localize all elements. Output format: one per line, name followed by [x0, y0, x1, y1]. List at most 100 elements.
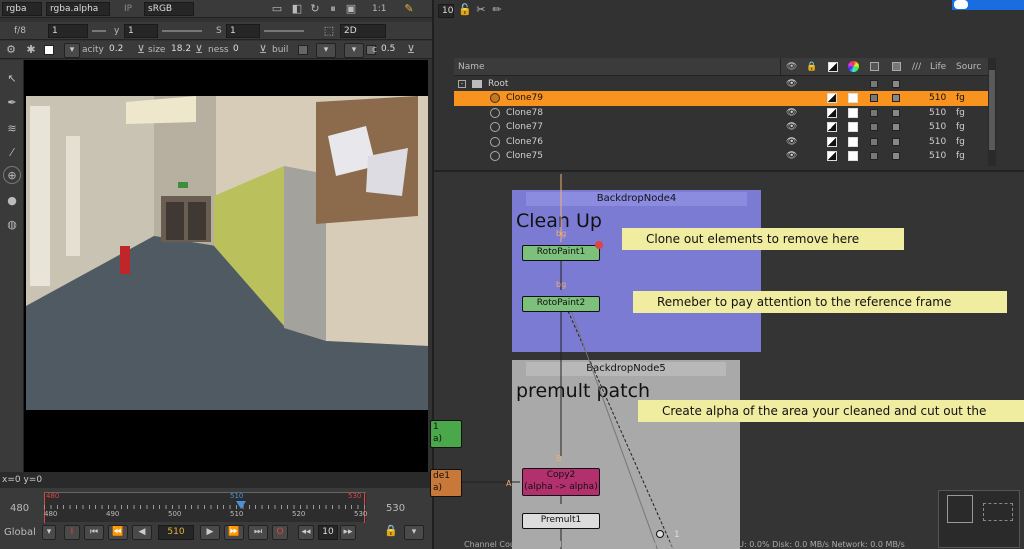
blend-column-icon[interactable] — [828, 62, 838, 72]
gamma-field[interactable]: 1 — [124, 24, 158, 38]
sticky-note-reference[interactable]: Remeber to pay attention to the referenc… — [633, 291, 1007, 313]
in-point-button[interactable]: I — [64, 525, 80, 540]
s-field[interactable]: 1 — [226, 24, 260, 38]
pause-icon[interactable]: ⏸ — [324, 0, 342, 18]
sticky-note-alpha[interactable]: Create alpha of the area your cleaned an… — [638, 400, 1024, 422]
scope-select[interactable]: Global — [4, 526, 36, 540]
color-swatch-dropdown[interactable]: ▾ — [64, 43, 80, 58]
column-life[interactable]: Life — [930, 60, 946, 74]
smear-tool-icon[interactable]: ≋ — [3, 120, 21, 138]
premult1-node[interactable]: Premult1 — [522, 513, 600, 529]
visible-icon[interactable]: 👁 — [786, 120, 797, 134]
column-name[interactable]: Name — [458, 60, 485, 74]
fstop-label[interactable]: f/8 — [14, 24, 26, 38]
opacity-field[interactable]: 0.2 — [106, 43, 130, 57]
invert-toggle[interactable] — [892, 123, 900, 131]
overlay-toggle[interactable] — [870, 123, 878, 131]
step-forward-button[interactable]: ▸▸ — [340, 525, 356, 540]
lock-icon[interactable]: 🔒 — [382, 522, 400, 540]
next-keyframe-button[interactable]: ⏩ — [224, 525, 244, 540]
color-column-icon[interactable] — [848, 61, 859, 72]
table-scrollbar-thumb[interactable] — [989, 70, 995, 150]
timeline-options-button[interactable]: ▾ — [404, 525, 424, 540]
overlay-toggle[interactable] — [870, 152, 878, 160]
size-field[interactable]: 18.2 — [168, 43, 192, 57]
step-field[interactable]: 10 — [318, 525, 338, 540]
invert-toggle[interactable] — [892, 108, 900, 117]
table-row[interactable]: Clone75 👁 510 fg — [454, 149, 988, 164]
bezier-tool-icon[interactable]: ✒ — [3, 94, 21, 112]
view-mode-select[interactable]: 2D — [340, 24, 386, 38]
color-swatch-white[interactable] — [44, 45, 54, 55]
mode-dropdown-1[interactable]: ▾ — [316, 43, 336, 58]
out-point-button[interactable]: O — [272, 525, 288, 540]
blend-toggle[interactable] — [827, 107, 837, 118]
visible-column-icon[interactable]: 👁 — [786, 60, 797, 74]
color-swatch[interactable] — [848, 136, 858, 147]
colorspace-select[interactable]: sRGB — [144, 2, 194, 16]
chip-icon[interactable]: ▣ — [342, 0, 360, 18]
color-swatch[interactable] — [848, 93, 858, 103]
table-row[interactable]: Clone77 👁 510 fg — [454, 120, 988, 135]
hardness-pressure-icon[interactable]: ⊻ — [254, 41, 272, 59]
invert-toggle[interactable] — [892, 80, 900, 88]
settings-icon[interactable]: ⚙ — [2, 41, 20, 59]
overlay-toggle[interactable] — [870, 137, 878, 146]
select-tool-icon[interactable]: ↖ — [3, 70, 21, 88]
minimap-view-rect[interactable] — [947, 495, 973, 523]
step-back-button[interactable]: ◂◂ — [298, 525, 314, 540]
brush-tool-icon[interactable]: ⁄ — [3, 144, 21, 162]
monitor-icon[interactable]: ▭ — [268, 0, 286, 18]
hardness-field[interactable]: 0 — [230, 43, 250, 57]
invert-toggle[interactable] — [892, 137, 900, 146]
s-slider[interactable] — [264, 30, 304, 32]
timeline-bar[interactable]: 480 530 510 — [44, 492, 366, 523]
overlay-toggle[interactable] — [870, 108, 878, 117]
blend-toggle[interactable] — [827, 151, 837, 161]
prev-keyframe-button[interactable]: ⏪ — [108, 525, 128, 540]
clone-tool-icon[interactable]: ⊕ — [3, 166, 21, 184]
motion-column-icon[interactable]: /// — [912, 60, 921, 74]
last-frame-button[interactable]: ⏭ — [248, 525, 268, 540]
column-source[interactable]: Sourc — [956, 60, 981, 74]
overlay-toggle[interactable] — [870, 80, 878, 88]
collapse-icon[interactable]: - — [458, 80, 466, 88]
channels-select[interactable]: rgba — [2, 2, 42, 16]
table-row[interactable]: Clone79 510 fg — [454, 91, 988, 106]
alpha-channel-select[interactable]: rgba.alpha — [46, 2, 110, 16]
lut-icon[interactable]: ◧ — [288, 0, 306, 18]
color-swatch[interactable] — [848, 122, 858, 132]
c-pressure-icon[interactable]: ⊻ — [402, 41, 420, 59]
dodge-tool-icon[interactable]: ◍ — [3, 216, 21, 234]
sticky-note-clone[interactable]: Clone out elements to remove here — [622, 228, 904, 250]
build-checkbox[interactable] — [298, 45, 308, 55]
overlay-toggle[interactable] — [870, 94, 878, 102]
color-swatch[interactable] — [848, 151, 858, 161]
gain-field[interactable]: 1 — [48, 24, 88, 38]
paint-icon[interactable]: ✎ — [400, 0, 418, 18]
visible-icon[interactable]: 👁 — [786, 135, 797, 149]
lock-column-icon[interactable]: 🔒 — [806, 60, 817, 74]
visible-icon[interactable]: 👁 — [786, 106, 797, 120]
play-forward-button[interactable]: ▶ — [200, 525, 220, 540]
copy2-node[interactable]: Copy2 (alpha -> alpha) — [522, 468, 600, 496]
c-field[interactable]: 0.5 — [378, 43, 400, 57]
blend-toggle[interactable] — [827, 93, 837, 103]
visible-icon[interactable]: 👁 — [786, 149, 797, 163]
current-frame-field[interactable]: 510 — [158, 525, 194, 540]
invert-toggle[interactable] — [892, 94, 900, 102]
table-row[interactable]: Clone78 👁 510 fg — [454, 106, 988, 121]
mode-dropdown-2[interactable]: ▾ — [344, 43, 364, 58]
overlay-column-icon[interactable] — [870, 62, 879, 71]
size-pressure-icon[interactable]: ⊻ — [190, 41, 208, 59]
rotopaint1-node[interactable]: RotoPaint1 — [522, 245, 600, 261]
left-node-orange[interactable]: de1 a) — [430, 469, 462, 497]
scope-dropdown[interactable]: ▾ — [42, 525, 56, 540]
viewer-canvas[interactable] — [24, 60, 428, 472]
color-swatch[interactable] — [848, 107, 858, 118]
roi-icon[interactable]: ⬚ — [320, 22, 338, 40]
zoom-label[interactable]: 1:1 — [372, 2, 386, 16]
rotopaint2-node[interactable]: RotoPaint2 — [522, 296, 600, 312]
mask-input-icon[interactable] — [595, 241, 603, 249]
play-backward-button[interactable]: ◀ — [132, 525, 152, 540]
